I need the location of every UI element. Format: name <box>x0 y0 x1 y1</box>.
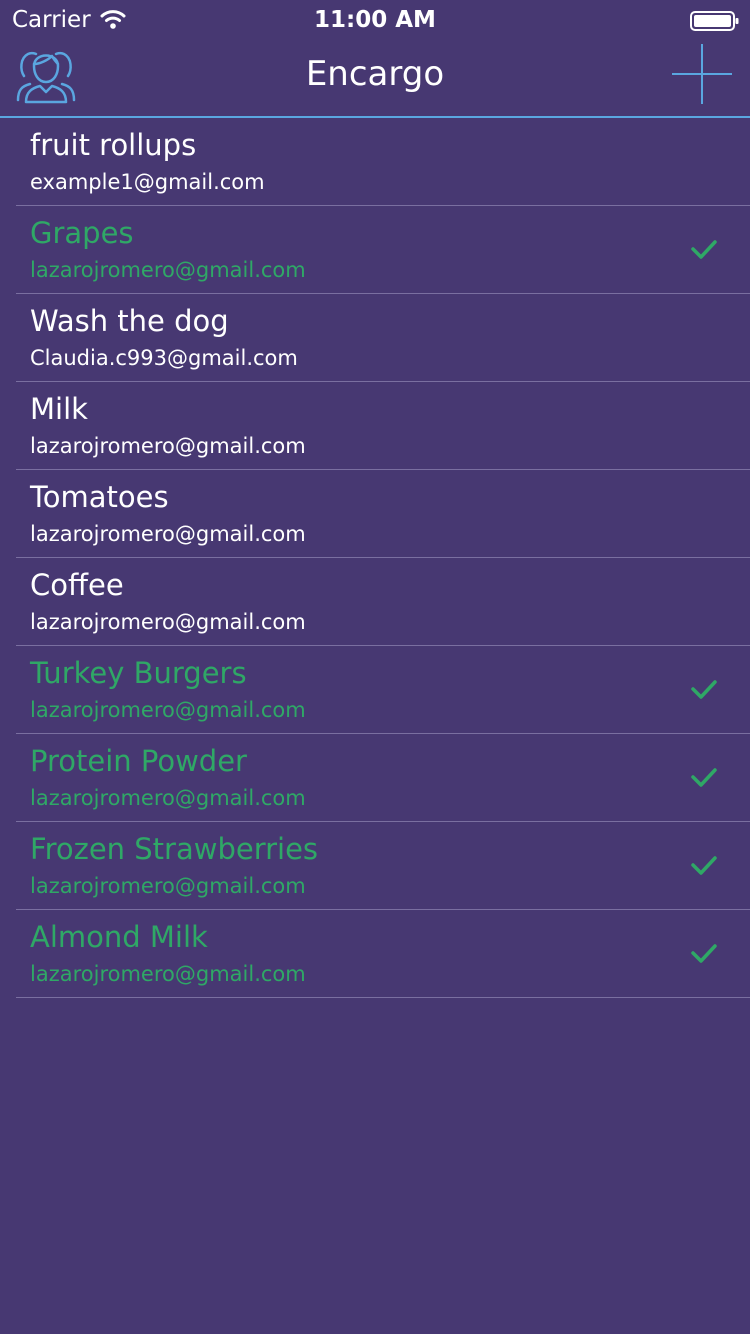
list-item[interactable]: Protein Powder lazarojromero@gmail.com <box>16 734 750 822</box>
item-title: Wash the dog <box>30 304 229 338</box>
item-email: example1@gmail.com <box>30 170 265 194</box>
item-email: lazarojromero@gmail.com <box>30 786 306 810</box>
item-title: Frozen Strawberries <box>30 832 319 866</box>
navigation-bar: Encargo <box>0 40 750 118</box>
status-time: 11:00 AM <box>314 7 436 33</box>
battery-icon <box>690 11 739 31</box>
item-email: Claudia.c993@gmail.com <box>30 346 298 370</box>
item-email: lazarojromero@gmail.com <box>30 258 306 282</box>
status-bar: Carrier 11:00 AM <box>0 0 750 40</box>
list-item[interactable]: Tomatoes lazarojromero@gmail.com <box>16 470 750 558</box>
item-email: lazarojromero@gmail.com <box>30 610 306 634</box>
item-title: Grapes <box>30 216 134 250</box>
list-item[interactable]: Frozen Strawberries lazarojromero@gmail.… <box>16 822 750 910</box>
checkmark-icon <box>691 856 717 875</box>
item-title: Almond Milk <box>30 920 208 954</box>
item-email: lazarojromero@gmail.com <box>30 962 306 986</box>
plus-icon[interactable] <box>670 42 734 106</box>
page-title: Encargo <box>305 54 445 94</box>
item-title: Protein Powder <box>30 744 247 778</box>
item-email: lazarojromero@gmail.com <box>30 698 306 722</box>
item-email: lazarojromero@gmail.com <box>30 522 306 546</box>
list-item[interactable]: Almond Milk lazarojromero@gmail.com <box>16 910 750 998</box>
checkmark-icon <box>691 680 717 699</box>
checkmark-icon <box>691 240 717 259</box>
list-item[interactable]: Coffee lazarojromero@gmail.com <box>16 558 750 646</box>
list-item[interactable]: Grapes lazarojromero@gmail.com <box>16 206 750 294</box>
list-item[interactable]: Milk lazarojromero@gmail.com <box>16 382 750 470</box>
item-title: Tomatoes <box>30 480 169 514</box>
item-email: lazarojromero@gmail.com <box>30 434 306 458</box>
item-title: Milk <box>30 392 88 426</box>
list-item[interactable]: fruit rollups example1@gmail.com <box>16 118 750 206</box>
list-item[interactable]: Turkey Burgers lazarojromero@gmail.com <box>16 646 750 734</box>
item-title: Coffee <box>30 568 124 602</box>
checkmark-icon <box>691 944 717 963</box>
item-list: fruit rollups example1@gmail.com Grapes … <box>0 118 750 998</box>
checkmark-icon <box>691 768 717 787</box>
item-title: fruit rollups <box>30 128 197 162</box>
item-email: lazarojromero@gmail.com <box>30 874 306 898</box>
item-title: Turkey Burgers <box>30 656 247 690</box>
list-item[interactable]: Wash the dog Claudia.c993@gmail.com <box>16 294 750 382</box>
